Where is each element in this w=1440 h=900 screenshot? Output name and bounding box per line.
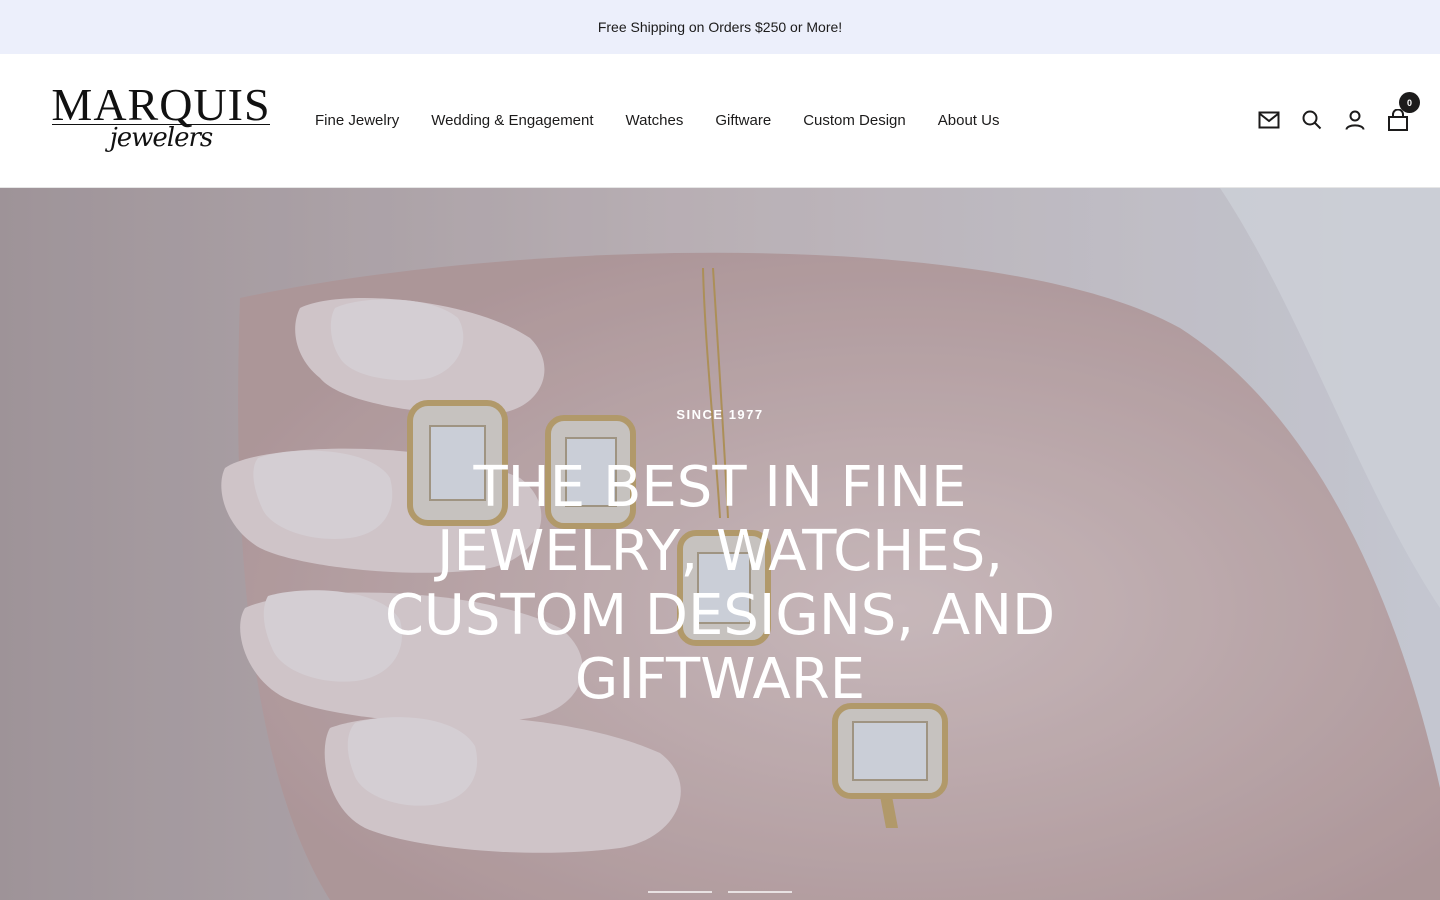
- site-logo[interactable]: MARQUIS jewelers: [50, 82, 272, 158]
- nav-wedding-engagement[interactable]: Wedding & Engagement: [431, 112, 593, 129]
- slide-dot-1[interactable]: [648, 891, 712, 893]
- newsletter-icon[interactable]: [1257, 108, 1281, 132]
- cart-icon[interactable]: 0: [1386, 92, 1420, 132]
- announcement-bar: Free Shipping on Orders $250 or More!: [0, 0, 1440, 54]
- logo-subtitle: jewelers: [109, 123, 214, 153]
- site-header: MARQUIS jewelers Fine Jewelry Wedding & …: [0, 54, 1440, 188]
- hero-title: THE BEST IN FINE JEWELRY, WATCHES, CUSTO…: [384, 455, 1056, 712]
- nav-giftware[interactable]: Giftware: [715, 112, 771, 129]
- search-icon[interactable]: [1300, 108, 1324, 132]
- account-icon[interactable]: [1343, 108, 1367, 132]
- header-actions: 0: [1238, 54, 1420, 186]
- announcement-text: Free Shipping on Orders $250 or More!: [597, 19, 843, 35]
- hero-slideshow: SINCE 1977 THE BEST IN FINE JEWELRY, WAT…: [0, 188, 1440, 900]
- nav-custom-design[interactable]: Custom Design: [803, 112, 906, 129]
- nav-watches[interactable]: Watches: [626, 112, 684, 129]
- nav-fine-jewelry[interactable]: Fine Jewelry: [315, 112, 399, 129]
- hero-kicker: SINCE 1977: [676, 407, 764, 422]
- cart-count-badge: 0: [1399, 92, 1420, 113]
- nav-about-us[interactable]: About Us: [938, 112, 1000, 129]
- slide-dot-2[interactable]: [728, 891, 792, 893]
- main-nav: Fine Jewelry Wedding & Engagement Watche…: [315, 54, 1031, 186]
- slideshow-pagination: [648, 891, 808, 893]
